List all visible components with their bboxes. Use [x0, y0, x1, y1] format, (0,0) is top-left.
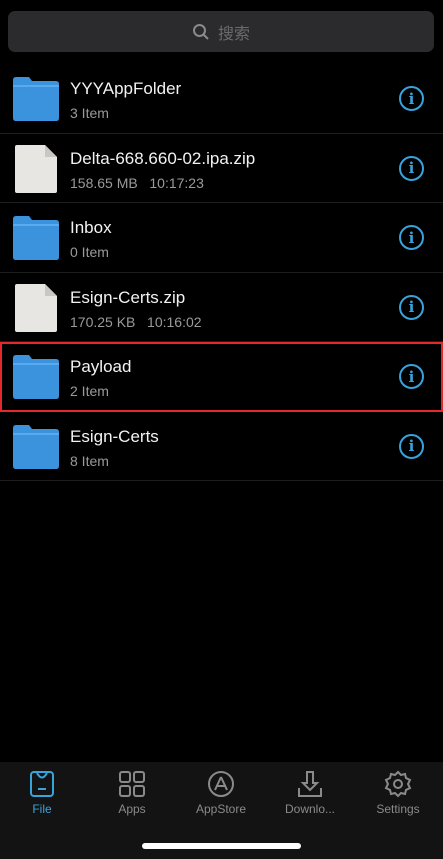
file-details: 8 Item	[70, 452, 109, 469]
file-icon	[15, 144, 57, 198]
file-name: Esign-Certs.zip	[70, 287, 186, 307]
file-row[interactable]: Esign-Certs 8 Item i	[0, 412, 443, 481]
file-row[interactable]: Payload 2 Item i	[0, 342, 443, 412]
file-name: Esign-Certs	[70, 426, 159, 446]
gear-icon	[384, 770, 412, 798]
home-indicator	[142, 843, 301, 849]
file-details: 3 Item	[70, 105, 109, 121]
tab-label: Settings	[376, 802, 420, 816]
search-bar[interactable]: 搜索	[8, 11, 434, 52]
file-name: YYYAppFolder	[70, 79, 182, 98]
file-name: Payload	[70, 357, 132, 376]
apps-grid-icon	[119, 771, 145, 797]
tab-appstore[interactable]: AppStore	[177, 770, 265, 816]
file-row[interactable]: Inbox 0 Item i	[0, 203, 443, 273]
info-icon[interactable]: i	[399, 364, 424, 389]
info-icon[interactable]: i	[399, 225, 424, 250]
folder-icon	[13, 424, 59, 474]
tab-downloads[interactable]: Downlo...	[266, 770, 354, 816]
file-list: YYYAppFolder 3 Item i Delta-668.660-02.i…	[0, 64, 443, 481]
folder-icon	[13, 355, 59, 404]
file-details: 158.65 MB 10:17:23	[70, 174, 204, 191]
file-row[interactable]: YYYAppFolder 3 Item i	[0, 64, 443, 134]
file-row[interactable]: Delta-668.660-02.ipa.zip 158.65 MB 10:17…	[0, 134, 443, 203]
tab-file[interactable]: File	[0, 770, 86, 816]
folder-icon	[13, 216, 59, 265]
search-placeholder: 搜索	[217, 25, 250, 43]
file-details: 170.25 KB 10:16:02	[70, 313, 202, 330]
tab-apps[interactable]: Apps	[88, 770, 176, 816]
tab-label: AppStore	[195, 802, 247, 816]
folder-icon	[13, 77, 59, 126]
file-icon	[30, 771, 54, 797]
file-name: Delta-668.660-02.ipa.zip	[70, 148, 256, 168]
tab-label: File	[32, 802, 52, 816]
tab-label: Apps	[118, 802, 146, 816]
info-icon[interactable]: i	[399, 86, 424, 111]
file-name: Inbox	[70, 218, 112, 237]
file-details: 2 Item	[70, 383, 109, 399]
info-icon[interactable]: i	[399, 294, 424, 320]
tab-label: Downlo...	[284, 802, 336, 816]
file-icon	[15, 283, 57, 337]
appstore-icon	[208, 771, 234, 797]
tab-settings[interactable]: Settings	[354, 770, 442, 816]
info-icon[interactable]: i	[399, 155, 424, 181]
file-details: 0 Item	[70, 244, 109, 260]
info-icon[interactable]: i	[399, 433, 424, 459]
download-icon	[298, 771, 322, 797]
file-row[interactable]: Esign-Certs.zip 170.25 KB 10:16:02 i	[0, 273, 443, 342]
search-icon	[192, 23, 209, 40]
